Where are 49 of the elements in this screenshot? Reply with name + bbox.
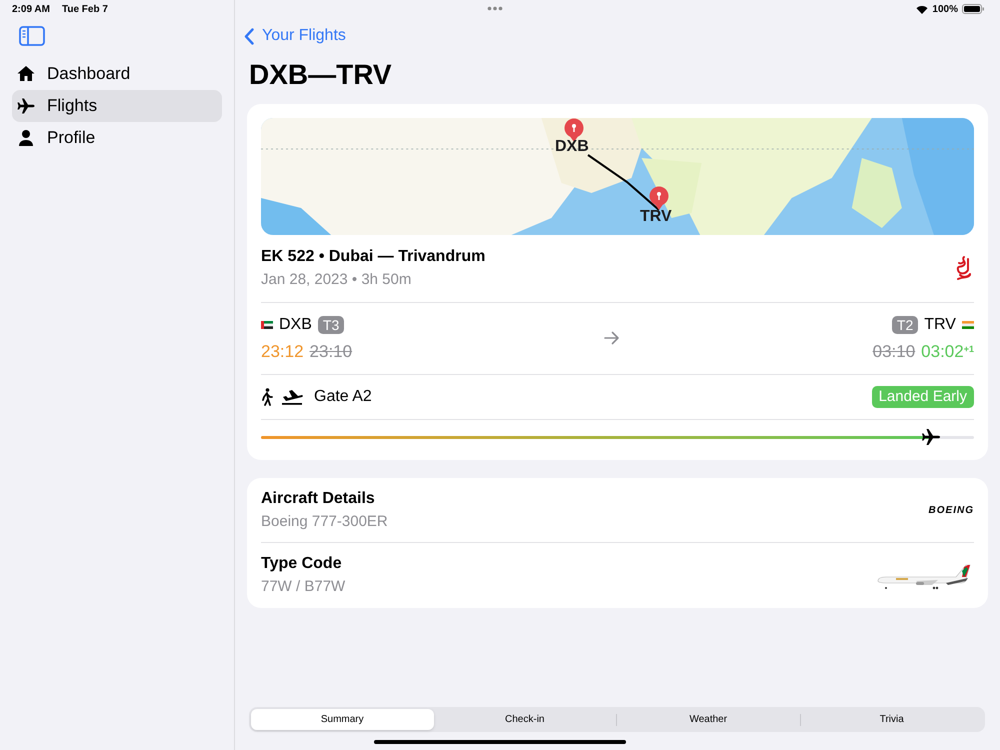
back-link[interactable]: Your Flights [244, 24, 346, 48]
more-icon[interactable] [487, 6, 503, 11]
sidebar-item[interactable]: Dashboard [12, 58, 222, 90]
flag-icon [261, 320, 273, 328]
arrival-code: TRV [924, 314, 956, 334]
detail-value: Boeing 777-300ER [261, 512, 388, 532]
flight-title: EK 522 • Dubai — Trivandrum [261, 247, 486, 267]
airplane-icon [17, 97, 35, 115]
battery-percent: 100% [932, 2, 958, 16]
arrow-right-icon [604, 331, 620, 346]
sidebar-item[interactable]: Profile [12, 122, 222, 154]
departure-plane-icon [281, 389, 303, 405]
departure-actual-time: 23:12 [261, 340, 304, 362]
gate-label: Gate A2 [314, 387, 372, 407]
segment-tab[interactable]: Summary [251, 709, 434, 730]
wifi-icon [916, 4, 928, 14]
airline-logo-icon [954, 255, 974, 282]
arrival-actual-time: 03:02$^{+1}$ [921, 340, 974, 362]
detail-value: 77W / B77W [261, 577, 346, 598]
sidebar-toggle-icon[interactable] [19, 26, 45, 46]
map-pin-icon [563, 118, 585, 142]
page-title: DXB—TRV [249, 58, 393, 92]
departure-code: DXB [279, 314, 312, 334]
detail-label: Aircraft Details [261, 488, 376, 509]
status-date: Tue Feb 7 [62, 2, 108, 16]
flag-icon [962, 320, 974, 328]
flight-status-badge: Landed Early [872, 386, 974, 408]
airplane-icon [921, 428, 942, 446]
map-pin-icon [648, 186, 670, 210]
terminal-badge: T2 [892, 316, 918, 334]
battery-icon [962, 4, 984, 14]
terminal-badge: T3 [318, 316, 344, 334]
map-marker-label: DXB [555, 138, 589, 156]
map-marker-label: TRV [640, 208, 672, 226]
segment-tab[interactable]: Weather [617, 709, 800, 730]
status-time: 2:09 AM [12, 2, 50, 16]
departure-scheduled-time: 23:10 [310, 340, 352, 362]
flight-subtitle: Jan 28, 2023 • 3h 50m [261, 270, 412, 290]
person-icon [17, 129, 35, 147]
back-chevron-icon [244, 28, 254, 44]
arrival-scheduled-time: 03:10 [872, 340, 916, 362]
sidebar-item[interactable]: Flights [12, 90, 222, 122]
maker-logo: BOEING [928, 504, 974, 518]
segment-tab[interactable]: Check-in [434, 709, 616, 730]
detail-label: Type Code [261, 554, 343, 574]
segment-tab[interactable]: Trivia [800, 709, 983, 730]
walking-person-icon [261, 388, 273, 406]
route-map[interactable]: DXB TRV [261, 118, 974, 235]
house-icon [17, 65, 35, 83]
